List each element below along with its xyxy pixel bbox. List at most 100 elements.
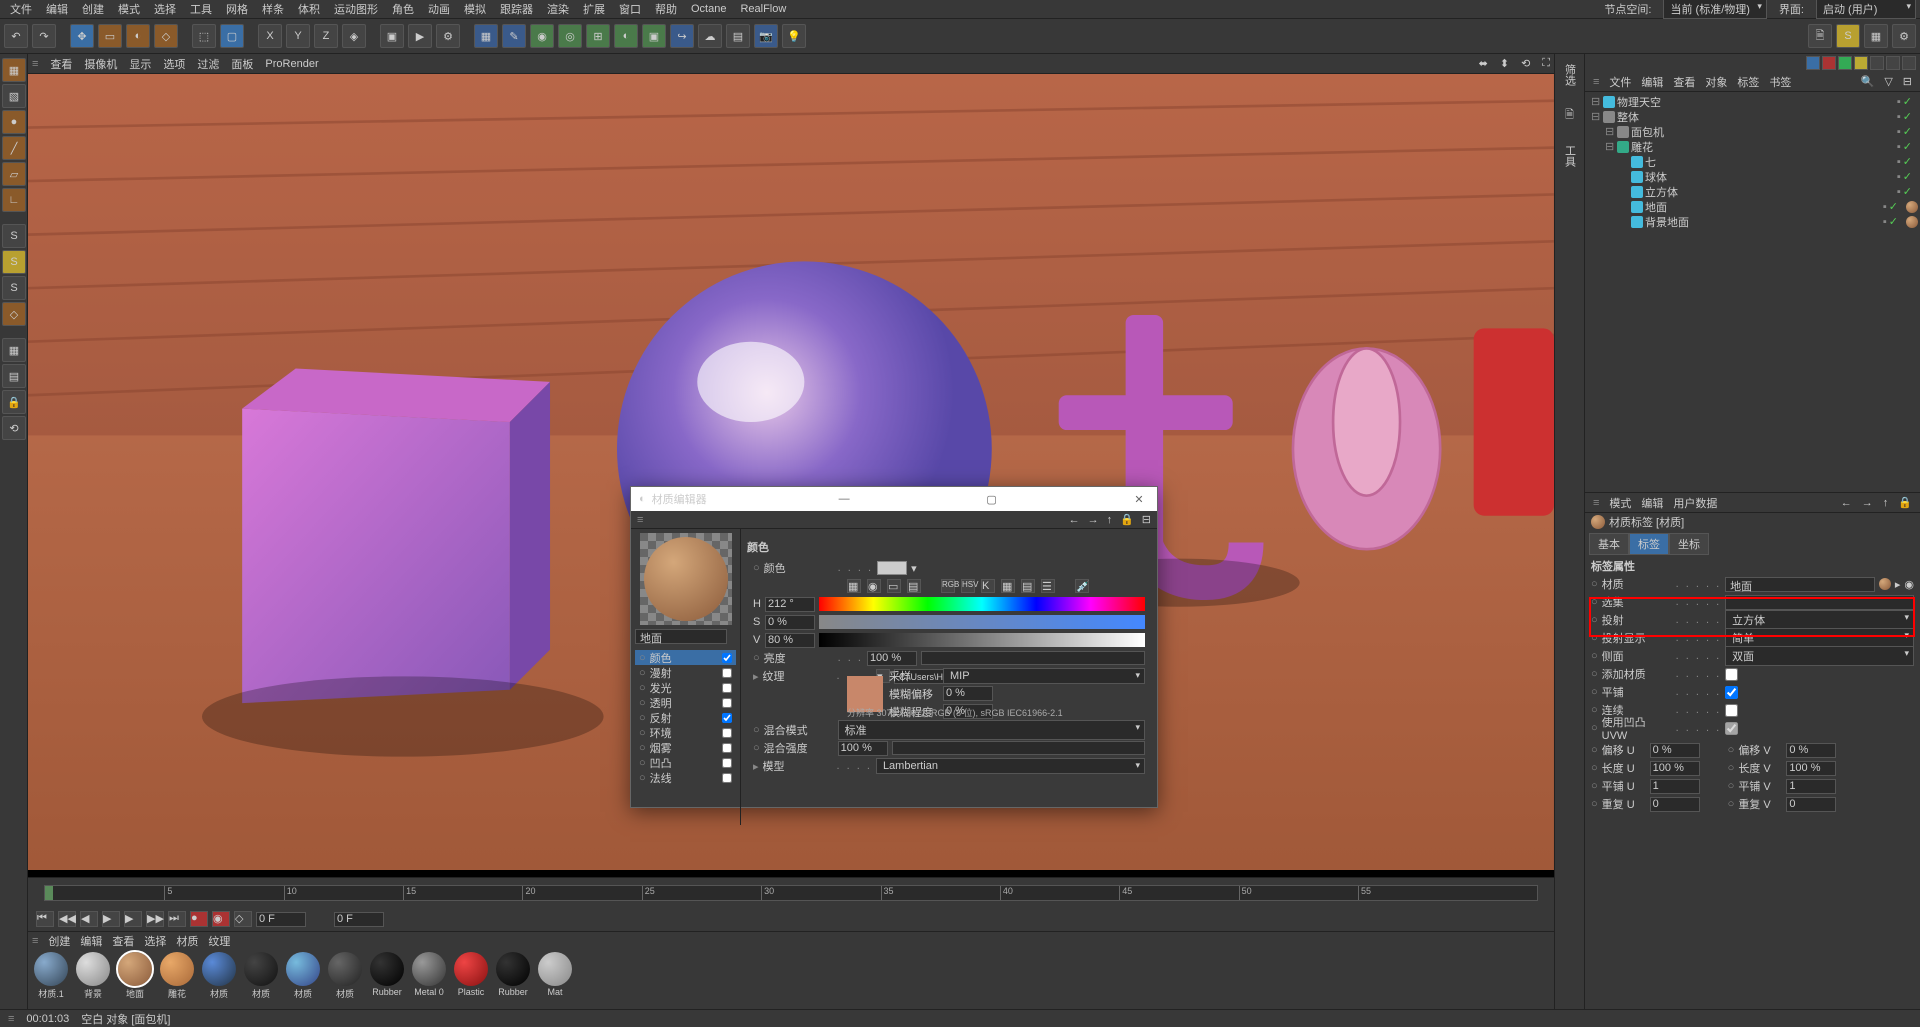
close-icon[interactable]: ✕ — [1129, 493, 1149, 506]
floor-icon[interactable]: ▤ — [726, 24, 750, 48]
dialog-titlebar[interactable]: ◐ 材质编辑器 — ▢ ✕ — [631, 487, 1157, 511]
tweak-icon[interactable]: ⟲ — [2, 416, 26, 440]
checkbox[interactable] — [1725, 704, 1738, 717]
om-menu[interactable]: 文件 — [1609, 74, 1631, 90]
color-swatch[interactable] — [877, 561, 907, 575]
octane-icon[interactable]: S — [1836, 24, 1860, 48]
channel-checkbox[interactable] — [722, 773, 732, 783]
axis-y-icon[interactable]: Y — [286, 24, 310, 48]
snap3-icon[interactable]: S — [2, 276, 26, 300]
tab-icon[interactable] — [1870, 56, 1884, 70]
dropdown[interactable]: 简单 — [1725, 628, 1914, 648]
channel-row[interactable]: ○反射 — [635, 710, 736, 725]
menu-item[interactable]: 样条 — [256, 1, 290, 17]
pref-icon[interactable]: ⚙ — [1892, 24, 1916, 48]
edge-mode-icon[interactable]: ╱ — [2, 136, 26, 160]
tab-tag[interactable]: 标签 — [1629, 533, 1669, 555]
field[interactable]: 地面 — [1725, 577, 1875, 592]
vp-menu[interactable]: 显示 — [129, 56, 151, 72]
tree-row[interactable]: ⊟整体▪✓ — [1587, 109, 1918, 124]
menu-item[interactable]: 工具 — [184, 1, 218, 17]
channel-row[interactable]: ○法线 — [635, 770, 736, 785]
om-menu[interactable]: 书签 — [1769, 74, 1791, 90]
checkbox[interactable] — [1725, 668, 1738, 681]
node-space-dropdown[interactable]: 当前 (标准/物理) — [1663, 0, 1766, 19]
brightness-field[interactable]: 100 % — [867, 651, 917, 666]
link-icon[interactable]: ◉ — [1904, 578, 1914, 591]
goto-end-icon[interactable]: ⏭ — [168, 911, 186, 927]
isoline-icon[interactable]: ▤ — [2, 364, 26, 388]
nav-back-icon[interactable]: ← — [1841, 497, 1852, 509]
channel-row[interactable]: ○漫射 — [635, 665, 736, 680]
lock-icon[interactable]: 🔒 — [1898, 496, 1912, 509]
tab-icon[interactable] — [1854, 56, 1868, 70]
tree-row[interactable]: ⊟雕花▪✓ — [1587, 139, 1918, 154]
array-icon[interactable]: ⊞ — [586, 24, 610, 48]
point-mode-icon[interactable]: ● — [2, 110, 26, 134]
play-icon[interactable]: ▶ — [102, 911, 120, 927]
mat-menu[interactable]: 编辑 — [80, 933, 102, 949]
mat-menu[interactable]: 创建 — [48, 933, 70, 949]
spectrum-icon[interactable]: ▭ — [887, 579, 901, 593]
brightness-slider[interactable] — [921, 651, 1145, 665]
om-menu[interactable]: 编辑 — [1641, 74, 1663, 90]
mat-menu[interactable]: 材质 — [176, 933, 198, 949]
redo-icon[interactable]: ↷ — [32, 24, 56, 48]
coord-icon[interactable]: ◈ — [342, 24, 366, 48]
autokey-icon[interactable]: ◉ — [212, 911, 230, 927]
hue-slider[interactable] — [819, 597, 1145, 611]
timeline[interactable]: 0 5 10 15 20 25 30 35 40 45 50 55 — [28, 877, 1554, 907]
menu-item[interactable]: 文件 — [4, 1, 38, 17]
picture-viewer-icon[interactable]: ▦ — [1864, 24, 1888, 48]
om-menu[interactable]: 查看 — [1673, 74, 1695, 90]
menu-item[interactable]: 网格 — [220, 1, 254, 17]
tree-row[interactable]: 地面▪✓ — [1587, 199, 1918, 214]
xray-icon[interactable]: ▦ — [2, 338, 26, 362]
pin-icon[interactable]: ⊟ — [1142, 513, 1151, 526]
vp-nav-icon[interactable]: ⬍ — [1500, 57, 1509, 70]
spinner[interactable]: 0 — [1786, 797, 1836, 812]
content-browser-icon[interactable]: 🗎 — [1808, 24, 1832, 48]
channel-checkbox[interactable] — [722, 743, 732, 753]
checkbox[interactable] — [1725, 686, 1738, 699]
bookmark-icon[interactable]: 🗎 — [1565, 106, 1574, 125]
material-editor-dialog[interactable]: ◐ 材质编辑器 — ▢ ✕ ≡ ← → ↑ 🔒 ⊟ 地面 ○颜色○漫射○发光○透… — [630, 486, 1158, 808]
vp-nav-icon[interactable]: ⛶ — [1542, 57, 1550, 70]
nav-fwd-icon[interactable]: → — [1862, 497, 1873, 509]
channel-row[interactable]: ○发光 — [635, 680, 736, 695]
render-region-icon[interactable]: ▶ — [408, 24, 432, 48]
sat-slider[interactable] — [819, 615, 1145, 629]
field[interactable] — [1725, 595, 1914, 610]
channel-row[interactable]: ○凹凸 — [635, 755, 736, 770]
collapse-icon[interactable]: ⊟ — [1903, 75, 1912, 88]
tree-row[interactable]: 七▪✓ — [1587, 154, 1918, 169]
record-icon[interactable]: ● — [190, 911, 208, 927]
menu-item[interactable]: 运动图形 — [328, 1, 384, 17]
blend-strength-field[interactable]: 100 % — [838, 741, 888, 756]
material-item[interactable]: Plastic — [452, 952, 490, 1000]
channel-checkbox[interactable] — [722, 698, 732, 708]
menu-item[interactable]: 跟踪器 — [494, 1, 539, 17]
tree-row[interactable]: ⊟面包机▪✓ — [1587, 124, 1918, 139]
channel-row[interactable]: ○环境 — [635, 725, 736, 740]
spinner[interactable]: 1 — [1650, 779, 1700, 794]
layout-dropdown[interactable]: 启动 (用户) — [1816, 0, 1916, 19]
rect-select-icon[interactable]: ▢ — [220, 24, 244, 48]
tab-icon[interactable] — [1822, 56, 1836, 70]
maximize-icon[interactable]: ▢ — [982, 493, 1002, 506]
vp-menu[interactable]: ProRender — [265, 58, 318, 70]
cube-primitive-icon[interactable]: ▦ — [474, 24, 498, 48]
v-field[interactable]: 80 % — [765, 633, 815, 648]
instance-icon[interactable]: ▣ — [642, 24, 666, 48]
workplane-icon[interactable]: ◇ — [2, 302, 26, 326]
wheel-icon[interactable]: ◉ — [867, 579, 881, 593]
texture-mode-icon[interactable]: ▧ — [2, 84, 26, 108]
material-item[interactable]: Metal 0 — [410, 952, 448, 1000]
menu-item[interactable]: RealFlow — [734, 3, 792, 15]
channel-row[interactable]: ○透明 — [635, 695, 736, 710]
rgb-icon[interactable]: RGB — [941, 579, 955, 593]
material-preview[interactable] — [644, 537, 728, 621]
tab-basic[interactable]: 基本 — [1589, 533, 1629, 555]
val-slider[interactable] — [819, 633, 1145, 647]
nav-up-icon[interactable]: ↑ — [1107, 514, 1113, 526]
